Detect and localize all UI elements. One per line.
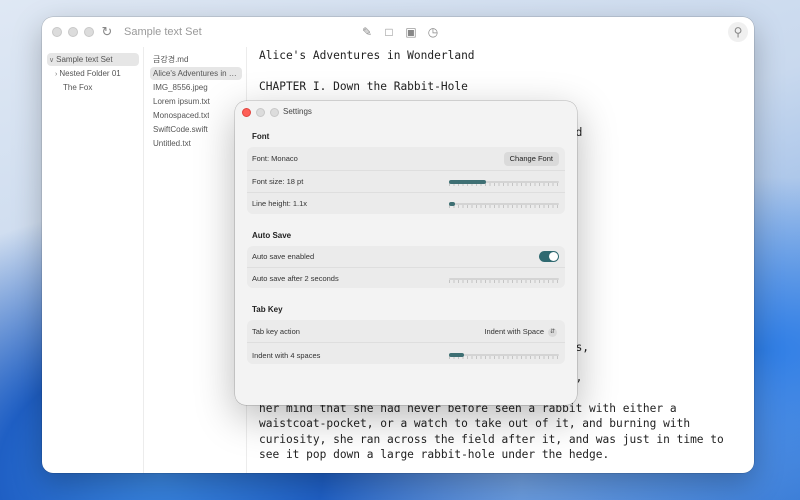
indent-slider[interactable] <box>449 353 559 359</box>
autosave-section-heading: Auto Save <box>252 231 292 240</box>
font-row: Font: Monaco Change Font <box>247 147 565 170</box>
zoom-window-button[interactable] <box>84 27 94 37</box>
autosave-toggle[interactable] <box>539 251 559 262</box>
autosave-after-label: Auto save after 2 seconds <box>252 274 339 283</box>
autosave-after-row: Auto save after 2 seconds <box>247 267 565 288</box>
sidebar-item-label: The Fox <box>63 83 93 92</box>
tab-action-label: Tab key action <box>252 327 300 336</box>
new-note-icon[interactable]: □ <box>382 25 396 39</box>
sidebar-item-sample-text-set[interactable]: ∨ Sample text Set <box>47 53 139 66</box>
change-font-button[interactable]: Change Font <box>503 152 559 166</box>
window-title: Sample text Set <box>124 26 202 38</box>
new-document-icon[interactable]: ✎ <box>360 25 374 39</box>
font-label: Font: Monaco <box>252 154 298 163</box>
editor-line: see it pop down a large rabbit-hole unde… <box>259 448 610 462</box>
tab-action-row: Tab key action Indent with Space ⇵ <box>247 320 565 342</box>
close-settings-button[interactable] <box>242 108 251 117</box>
font-size-slider[interactable] <box>449 180 559 186</box>
window-controls <box>52 27 94 37</box>
file-item[interactable]: Lorem ipsum.txt <box>153 95 210 108</box>
font-section-heading: Font <box>252 132 270 141</box>
autosave-enabled-row: Auto save enabled <box>247 246 565 267</box>
file-item-selected[interactable]: Alice's Adventures in Wonderland.txt <box>150 67 242 80</box>
tabkey-settings-group: Tab key action Indent with Space ⇵ Indent… <box>247 320 565 364</box>
tab-action-value: Indent with Space <box>484 327 544 336</box>
file-item[interactable]: SwiftCode.swift <box>153 123 208 136</box>
search-icon[interactable]: ⚲ <box>728 22 748 42</box>
titlebar: ↻ Sample text Set ✎ □ ▣ ◷ ⚲ <box>42 17 754 47</box>
file-item[interactable]: Monospaced.txt <box>153 109 209 122</box>
font-settings-group: Font: Monaco Change Font Font size: 18 p… <box>247 147 565 214</box>
toolbar: ✎ □ ▣ ◷ <box>360 25 440 39</box>
indent-label: Indent with 4 spaces <box>252 351 321 360</box>
zoom-settings-button[interactable] <box>270 108 279 117</box>
settings-title: Settings <box>283 107 312 116</box>
autosave-interval-slider[interactable] <box>449 277 559 283</box>
line-height-row: Line height: 1.1x <box>247 192 565 214</box>
close-window-button[interactable] <box>52 27 62 37</box>
minimize-window-button[interactable] <box>68 27 78 37</box>
sidebar-item-label: Sample text Set <box>56 55 113 64</box>
autosave-enabled-label: Auto save enabled <box>252 252 315 261</box>
autosave-settings-group: Auto save enabled Auto save after 2 seco… <box>247 246 565 288</box>
tabkey-section-heading: Tab Key <box>252 305 283 314</box>
sidebar-item-nested-folder[interactable]: › Nested Folder 01 <box>55 67 121 80</box>
file-item[interactable]: Untitled.txt <box>153 137 191 150</box>
refresh-icon[interactable]: ↻ <box>99 24 115 40</box>
line-height-slider[interactable] <box>449 202 559 208</box>
chevron-down-icon[interactable]: ∨ <box>49 57 54 64</box>
font-size-row: Font size: 18 pt <box>247 170 565 192</box>
new-folder-icon[interactable]: ▣ <box>404 25 418 39</box>
tab-action-select[interactable]: Indent with Space ⇵ <box>484 327 557 337</box>
settings-window-controls <box>242 108 279 117</box>
indent-row: Indent with 4 spaces <box>247 342 565 364</box>
minimize-settings-button[interactable] <box>256 108 265 117</box>
editor-line: Alice's Adventures in Wonderland <box>259 49 475 62</box>
editor-line: waistcoat-pocket, or a watch to take out… <box>259 417 691 431</box>
line-height-label: Line height: 1.1x <box>252 199 308 208</box>
file-list: 금강경.md Alice's Adventures in Wonderland.… <box>145 47 247 473</box>
sidebar: ∨ Sample text Set › Nested Folder 01 The F… <box>42 47 144 473</box>
history-icon[interactable]: ◷ <box>426 25 440 39</box>
editor-line: curiosity, she ran across the field afte… <box>259 432 724 446</box>
file-item[interactable]: 금강경.md <box>153 53 188 66</box>
sidebar-item-the-fox[interactable]: The Fox <box>63 81 92 94</box>
chevron-right-icon[interactable]: › <box>55 71 57 78</box>
file-item[interactable]: IMG_8556.jpeg <box>153 81 208 94</box>
editor-line: CHAPTER I. Down the Rabbit-Hole <box>259 79 468 93</box>
font-size-label: Font size: 18 pt <box>252 177 304 186</box>
chevron-up-down-icon: ⇵ <box>548 327 557 337</box>
settings-window: Settings Font Font: Monaco Change Font F… <box>235 101 577 405</box>
sidebar-item-label: Nested Folder 01 <box>59 69 121 78</box>
